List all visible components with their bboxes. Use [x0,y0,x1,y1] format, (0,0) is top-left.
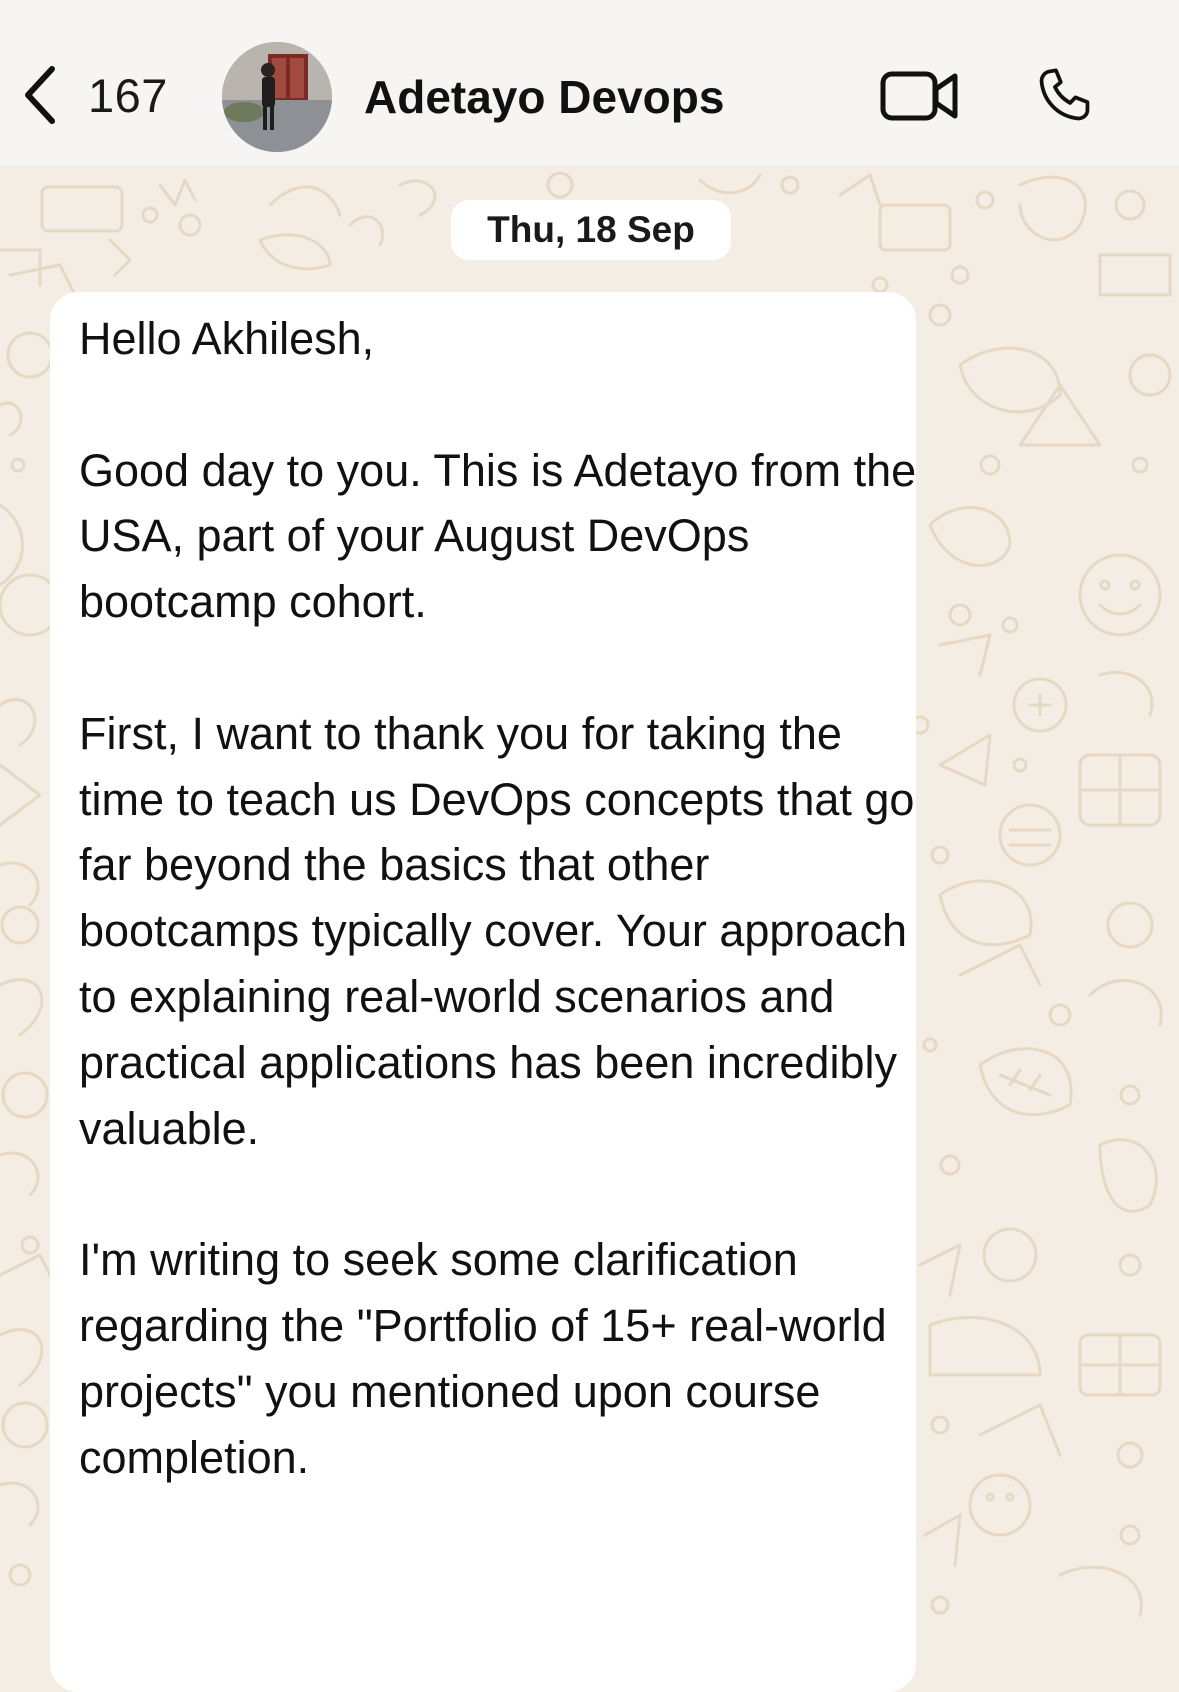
message-paragraph: Good day to you. This is Adetayo from th… [79,444,917,628]
chat-header: 167 Adetayo Devops [0,0,1179,165]
message-paragraph: Hello Akhilesh, [79,313,375,364]
back-button[interactable]: 167 [22,62,168,128]
video-camera-icon [880,71,960,128]
contact-name[interactable]: Adetayo Devops [364,70,724,124]
message-paragraph: First, I want to thank you for taking th… [79,707,915,1154]
date-separator: Thu, 18 Sep [451,200,731,260]
chevron-left-icon [22,65,58,125]
voice-call-button[interactable] [1032,64,1096,133]
message-text: Hello Akhilesh, Good day to you. This is… [79,306,919,1556]
avatar[interactable] [222,42,332,152]
message-paragraph: I'm writing to seek some clarification r… [79,1234,887,1483]
video-call-button[interactable] [880,68,960,129]
phone-icon [1032,68,1096,132]
unread-count: 167 [88,68,168,122]
